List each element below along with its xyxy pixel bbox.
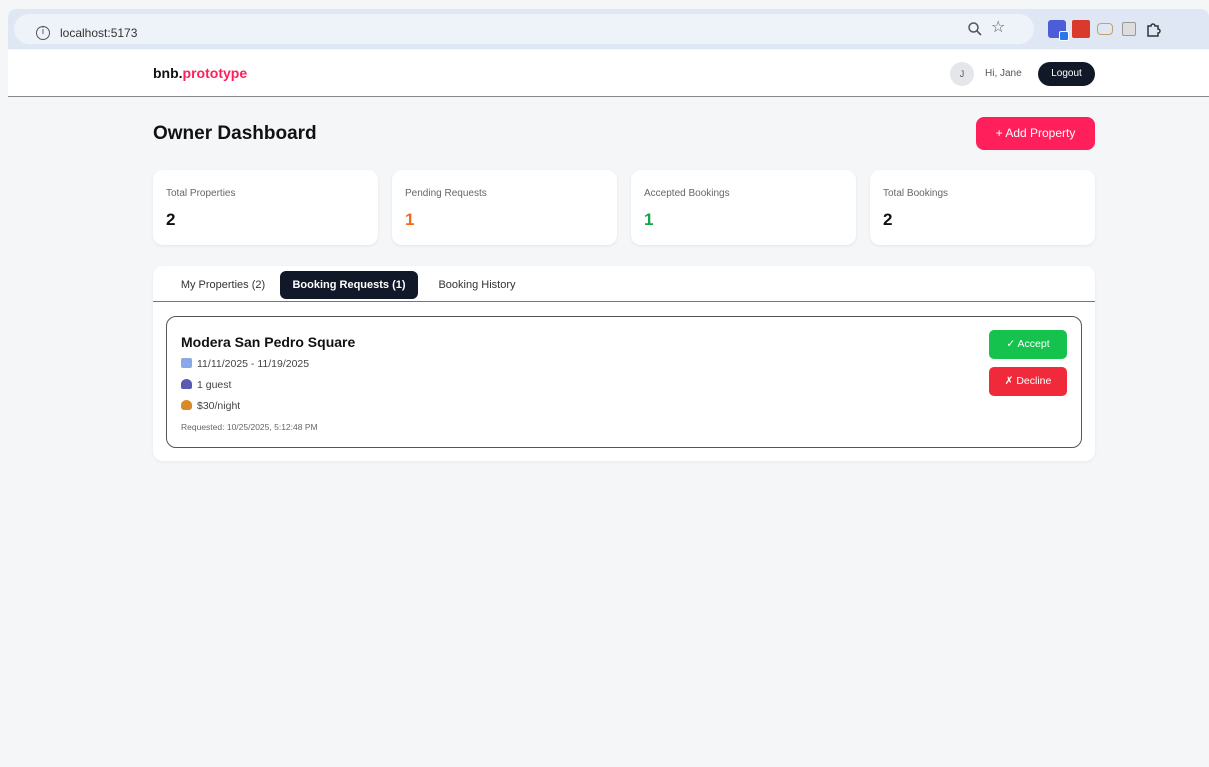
- user-greeting: Hi, Jane: [985, 68, 1022, 79]
- avatar[interactable]: J: [950, 62, 974, 86]
- guests-text: 1 guest: [197, 379, 232, 391]
- stat-value: 2: [166, 210, 176, 229]
- extension-icon[interactable]: [1072, 20, 1090, 38]
- browser-toolbar: i localhost:5173 ☆: [8, 9, 1209, 49]
- add-property-button[interactable]: + Add Property: [976, 117, 1095, 150]
- dates-text: 11/11/2025 - 11/19/2025: [197, 358, 310, 370]
- stat-card-accepted-bookings: Accepted Bookings 1: [631, 170, 856, 245]
- stat-value: 1: [644, 210, 654, 229]
- logout-button[interactable]: Logout: [1038, 62, 1095, 86]
- booking-request-card: Modera San Pedro Square 11/11/2025 - 11/…: [166, 316, 1082, 448]
- extension-icon[interactable]: [1097, 23, 1113, 35]
- tab-bar: My Properties (2) Booking Requests (1) B…: [153, 266, 1095, 302]
- stat-value: 1: [405, 210, 415, 229]
- brand-accent: prototype: [182, 65, 248, 81]
- decline-button[interactable]: ✗ Decline: [989, 367, 1067, 396]
- info-icon[interactable]: i: [36, 26, 50, 40]
- zoom-icon[interactable]: [966, 20, 984, 38]
- money-bag-icon: [181, 400, 192, 410]
- app-header: bnb.prototype J Hi, Jane Logout: [8, 50, 1209, 97]
- brand-prefix: bnb.: [153, 65, 183, 81]
- stat-card-pending-requests: Pending Requests 1: [392, 170, 617, 245]
- accept-button[interactable]: ✓ Accept: [989, 330, 1067, 359]
- url-text[interactable]: localhost:5173: [60, 26, 137, 40]
- stat-value: 2: [883, 210, 893, 229]
- stat-label: Total Bookings: [883, 188, 949, 199]
- stat-label: Total Properties: [166, 188, 236, 199]
- stat-label: Pending Requests: [405, 188, 487, 199]
- tab-booking-requests[interactable]: Booking Requests (1): [280, 271, 418, 299]
- price-text: $30/night: [197, 400, 241, 412]
- property-name: Modera San Pedro Square: [181, 334, 356, 350]
- booking-price: $30/night: [181, 400, 240, 412]
- star-icon[interactable]: ☆: [991, 20, 1009, 38]
- page-title: Owner Dashboard: [153, 123, 317, 144]
- calendar-icon: [181, 358, 192, 368]
- extension-icon[interactable]: [1048, 20, 1069, 41]
- stat-label: Accepted Bookings: [644, 188, 730, 199]
- guests-icon: [181, 379, 192, 389]
- stat-card-total-bookings: Total Bookings 2: [870, 170, 1095, 245]
- stat-card-total-properties: Total Properties 2: [153, 170, 378, 245]
- requested-timestamp: Requested: 10/25/2025, 5:12:48 PM: [181, 422, 318, 432]
- booking-dates: 11/11/2025 - 11/19/2025: [181, 358, 309, 370]
- bookings-panel: My Properties (2) Booking Requests (1) B…: [153, 266, 1095, 461]
- tab-my-properties[interactable]: My Properties (2): [163, 271, 283, 299]
- puzzle-icon[interactable]: [1144, 20, 1162, 38]
- extension-icon[interactable]: [1122, 22, 1136, 36]
- tab-booking-history[interactable]: Booking History: [423, 271, 531, 299]
- booking-guests: 1 guest: [181, 379, 231, 391]
- brand-logo[interactable]: bnb.prototype: [153, 65, 247, 81]
- address-bar[interactable]: i localhost:5173: [14, 14, 1034, 44]
